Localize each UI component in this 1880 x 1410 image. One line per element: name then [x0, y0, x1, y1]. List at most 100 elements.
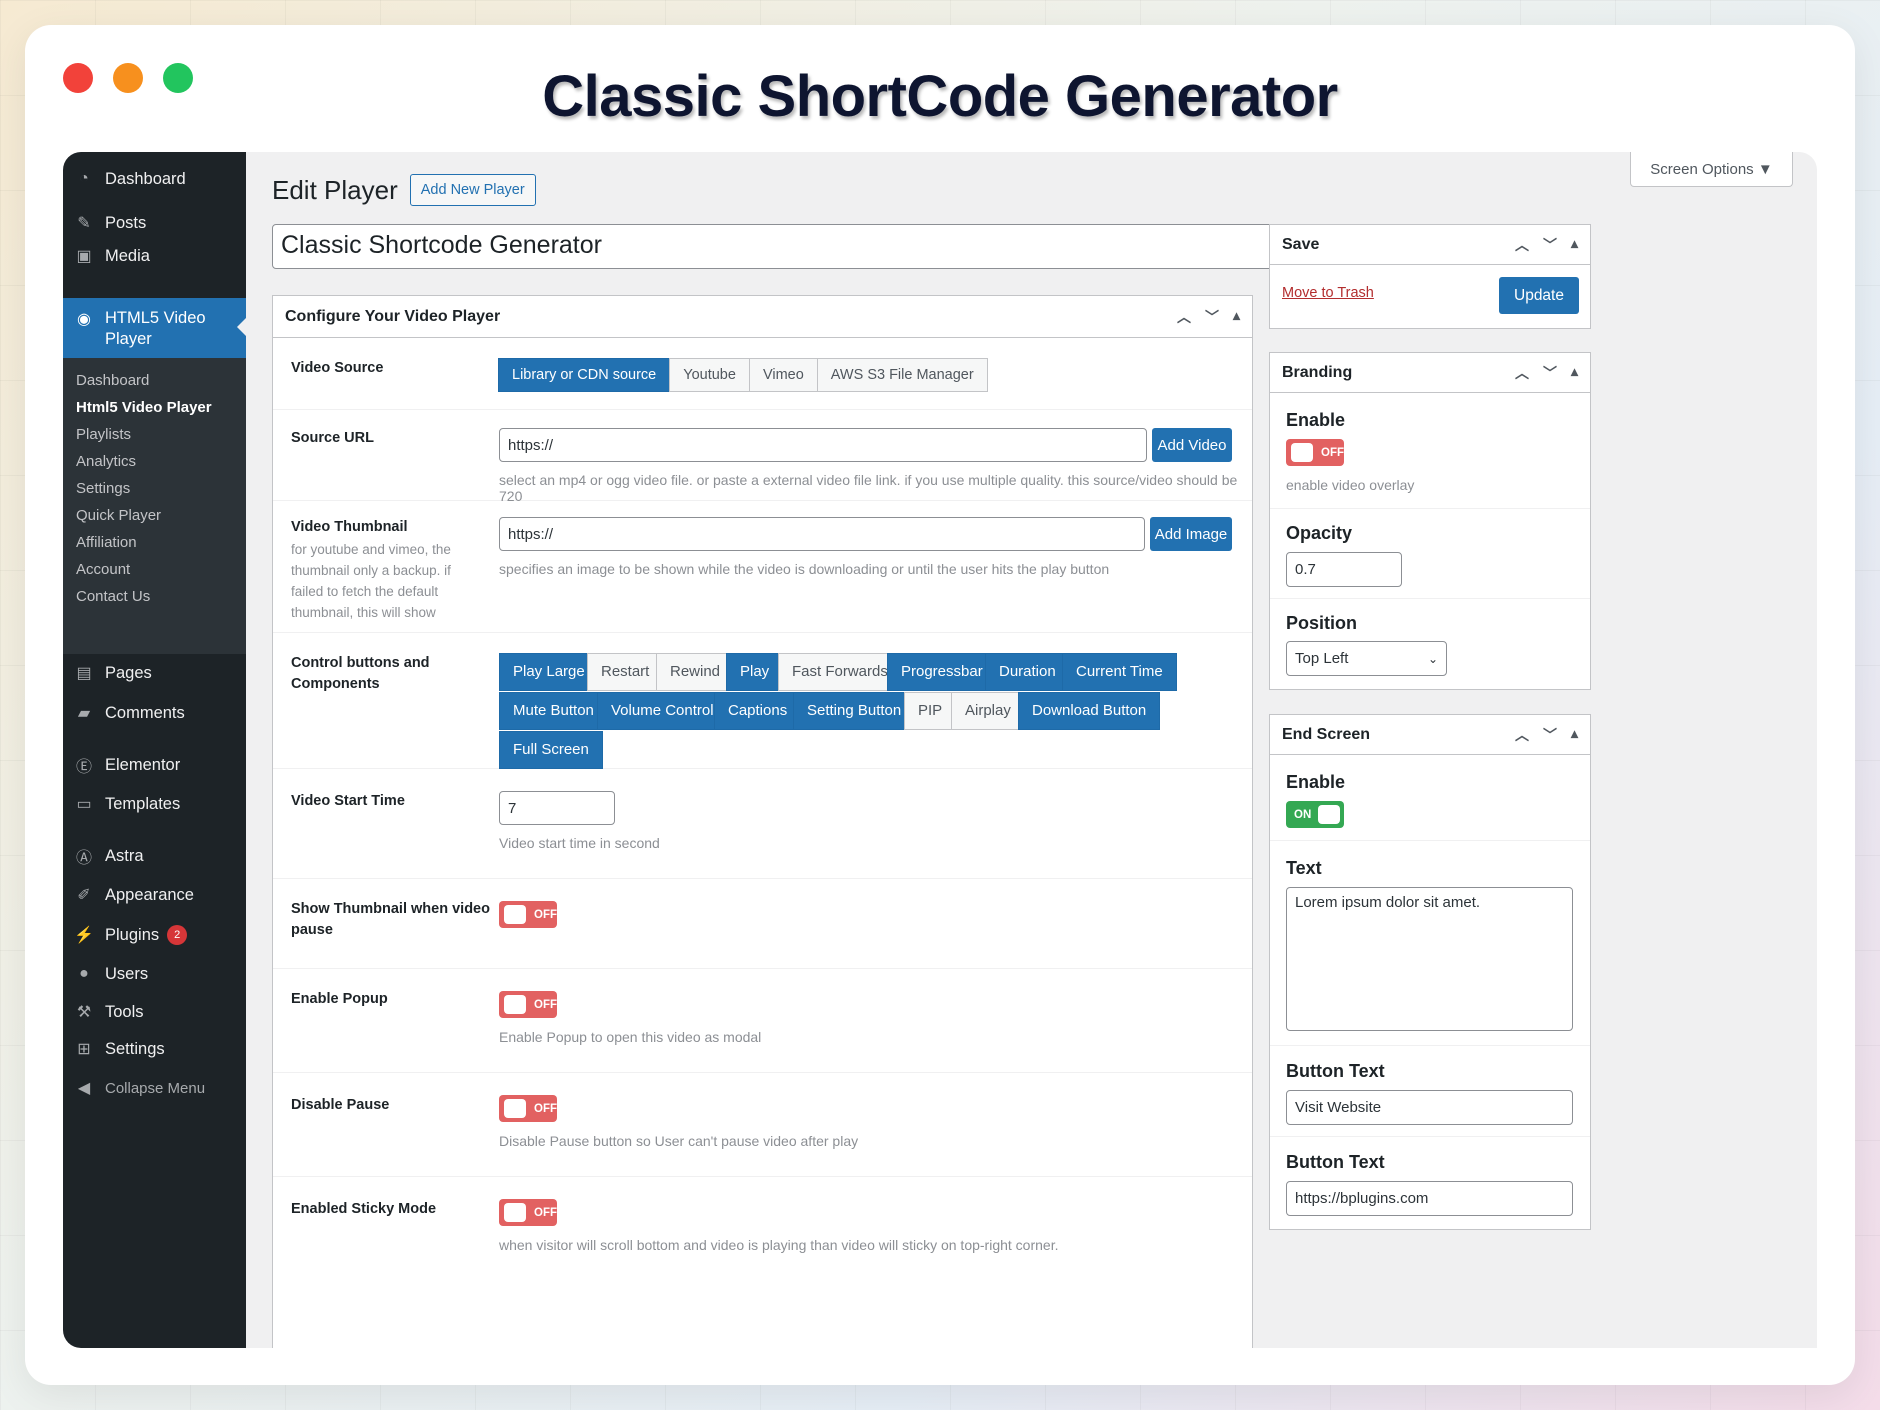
admin-sidebar: ◔ Dashboard ✎ Posts ▣ Media ◉ HTML5 Vide… [63, 152, 246, 1348]
sidebar-item-users[interactable]: ● Users [63, 955, 246, 993]
sidebar-item-comments[interactable]: ▰ Comments [63, 694, 246, 732]
move-to-trash-link[interactable]: Move to Trash [1282, 285, 1374, 301]
save-box: Save ︿ ﹀ ▴ Move to Trash Update [1269, 224, 1591, 329]
chip-fast-forwards[interactable]: Fast Forwards [778, 653, 902, 691]
end-screen-enable-toggle[interactable]: ON [1286, 801, 1344, 828]
sidebar-item-templates[interactable]: ▭ Templates [63, 785, 246, 823]
row-enable-popup: Enable Popup OFF Enable Popup to open th… [273, 969, 1252, 1073]
submenu-item-contact-us[interactable]: Contact Us [76, 588, 150, 605]
start-time-input[interactable]: 7 [499, 791, 615, 825]
sidebar-item-label: Elementor [105, 755, 181, 774]
branding-box: Branding ︿ ﹀ ▴ Enable OFF enable video o… [1269, 352, 1591, 690]
chip-pip[interactable]: PIP [904, 692, 957, 730]
chip-airplay[interactable]: Airplay [951, 692, 1025, 730]
button-text-input[interactable]: Visit Website [1286, 1090, 1573, 1125]
submenu-item-account[interactable]: Account [76, 561, 130, 578]
sidebar-item-media[interactable]: ▣ Media [63, 237, 246, 275]
box-controls: ︿ ﹀ ▴ [1515, 725, 1578, 745]
submenu-item-playlists[interactable]: Playlists [76, 426, 131, 443]
source-option-library[interactable]: Library or CDN source [498, 358, 671, 392]
submenu-item-affiliation[interactable]: Affiliation [76, 534, 137, 551]
source-option-vimeo[interactable]: Vimeo [748, 358, 818, 392]
screen-options-toggle[interactable]: Screen Options ▼ [1630, 152, 1793, 187]
sidebar-item-appearance[interactable]: ✐ Appearance [63, 876, 246, 914]
move-up-icon[interactable]: ︿ [1515, 725, 1529, 745]
end-screen-text-area[interactable]: Lorem ipsum dolor sit amet. [1286, 887, 1573, 1031]
chip-mute-button[interactable]: Mute Button [499, 692, 608, 730]
button-link-input[interactable]: https://bplugins.com [1286, 1181, 1573, 1216]
source-option-aws-s3[interactable]: AWS S3 File Manager [816, 358, 988, 392]
box-controls: ︿ ﹀ ▴ [1515, 235, 1578, 255]
opacity-input[interactable]: 0.7 [1286, 552, 1402, 587]
chip-captions[interactable]: Captions [714, 692, 802, 730]
move-down-icon[interactable]: ﹀ [1205, 307, 1219, 327]
move-down-icon[interactable]: ﹀ [1543, 725, 1557, 745]
submenu-item-quick-player[interactable]: Quick Player [76, 507, 161, 524]
chip-rewind[interactable]: Rewind [656, 653, 735, 691]
field-label: Enable Popup [291, 991, 388, 1007]
move-down-icon[interactable]: ﹀ [1543, 235, 1557, 255]
toggle-knob [1318, 805, 1340, 824]
add-image-button[interactable]: Add Image [1150, 517, 1232, 551]
toggle-panel-icon[interactable]: ▴ [1233, 307, 1240, 327]
move-up-icon[interactable]: ︿ [1177, 307, 1191, 327]
chip-progressbar[interactable]: Progressbar [887, 653, 997, 691]
enable-popup-toggle[interactable]: OFF [499, 991, 557, 1018]
sidebar-item-dashboard[interactable]: ◔ Dashboard [63, 160, 246, 198]
sidebar-item-settings[interactable]: ⊞ Settings [63, 1030, 246, 1068]
add-new-player-button[interactable]: Add New Player [409, 174, 536, 206]
submenu-item-settings[interactable]: Settings [76, 480, 130, 497]
chip-play[interactable]: Play [726, 653, 784, 691]
toggle-state: OFF [534, 1102, 557, 1115]
chip-full-screen[interactable]: Full Screen [499, 731, 603, 769]
position-select[interactable]: Top Left ⌄ [1286, 641, 1447, 676]
chip-setting-button[interactable]: Setting Button [793, 692, 916, 730]
toggle-panel-icon[interactable]: ▴ [1571, 725, 1578, 745]
astra-icon: Ⓐ [75, 850, 92, 867]
sidebar-item-astra[interactable]: Ⓐ Astra [63, 837, 246, 875]
plug-icon: ⚡ [74, 927, 94, 944]
sidebar-item-pages[interactable]: ▤ Pages [63, 654, 246, 692]
source-option-youtube[interactable]: Youtube [669, 358, 750, 392]
sidebar-item-label: Settings [105, 1039, 165, 1058]
chip-duration[interactable]: Duration [985, 653, 1070, 691]
chip-play-large[interactable]: Play Large [499, 653, 599, 691]
sidebar-item-label: Appearance [105, 885, 194, 904]
move-down-icon[interactable]: ﹀ [1543, 363, 1557, 383]
show-thumbnail-toggle[interactable]: OFF [499, 901, 557, 928]
chip-current-time[interactable]: Current Time [1062, 653, 1177, 691]
branding-enable-toggle[interactable]: OFF [1286, 439, 1344, 466]
collapse-icon: ◀ [77, 1080, 91, 1097]
sidebar-item-label: Astra [105, 846, 144, 865]
toggle-panel-icon[interactable]: ▴ [1571, 235, 1578, 255]
chip-volume-control[interactable]: Volume Control [597, 692, 728, 730]
sidebar-item-elementor[interactable]: Ⓔ Elementor [63, 746, 246, 784]
branding-box-header: Branding ︿ ﹀ ▴ [1270, 353, 1590, 393]
brush-icon: ✐ [77, 887, 91, 904]
source-url-input[interactable]: https:// [499, 428, 1147, 462]
move-up-icon[interactable]: ︿ [1515, 363, 1529, 383]
end-screen-text-label: Text [1286, 858, 1322, 878]
toggle-panel-icon[interactable]: ▴ [1571, 363, 1578, 383]
thumbnail-url-input[interactable]: https:// [499, 517, 1145, 551]
sidebar-item-plugins[interactable]: ⚡ Plugins 2 [63, 916, 246, 954]
sidebar-item-label: Dashboard [105, 169, 186, 188]
submenu-item-analytics[interactable]: Analytics [76, 453, 136, 470]
sidebar-item-tools[interactable]: ⚒ Tools [63, 993, 246, 1031]
box-title: Save [1282, 235, 1320, 253]
page-heading: Edit Player Add New Player [272, 174, 536, 206]
sticky-mode-toggle[interactable]: OFF [499, 1199, 557, 1226]
sidebar-item-html5-video-player[interactable]: ◉ HTML5 Video Player [63, 298, 246, 358]
update-button[interactable]: Update [1499, 277, 1579, 314]
chip-restart[interactable]: Restart [587, 653, 664, 691]
submenu-item-dashboard[interactable]: Dashboard [76, 372, 149, 389]
move-up-icon[interactable]: ︿ [1515, 235, 1529, 255]
add-video-button[interactable]: Add Video [1152, 428, 1232, 462]
disable-pause-toggle[interactable]: OFF [499, 1095, 557, 1122]
collapse-menu-button[interactable]: ◀ Collapse Menu [63, 1069, 246, 1107]
chip-download-button[interactable]: Download Button [1018, 692, 1161, 730]
sidebar-item-label: Templates [105, 794, 181, 813]
field-help: when visitor will scroll bottom and vide… [499, 1237, 1059, 1253]
submenu-item-html5-video-player[interactable]: Html5 Video Player [76, 399, 212, 416]
toggle-state: OFF [534, 998, 557, 1011]
